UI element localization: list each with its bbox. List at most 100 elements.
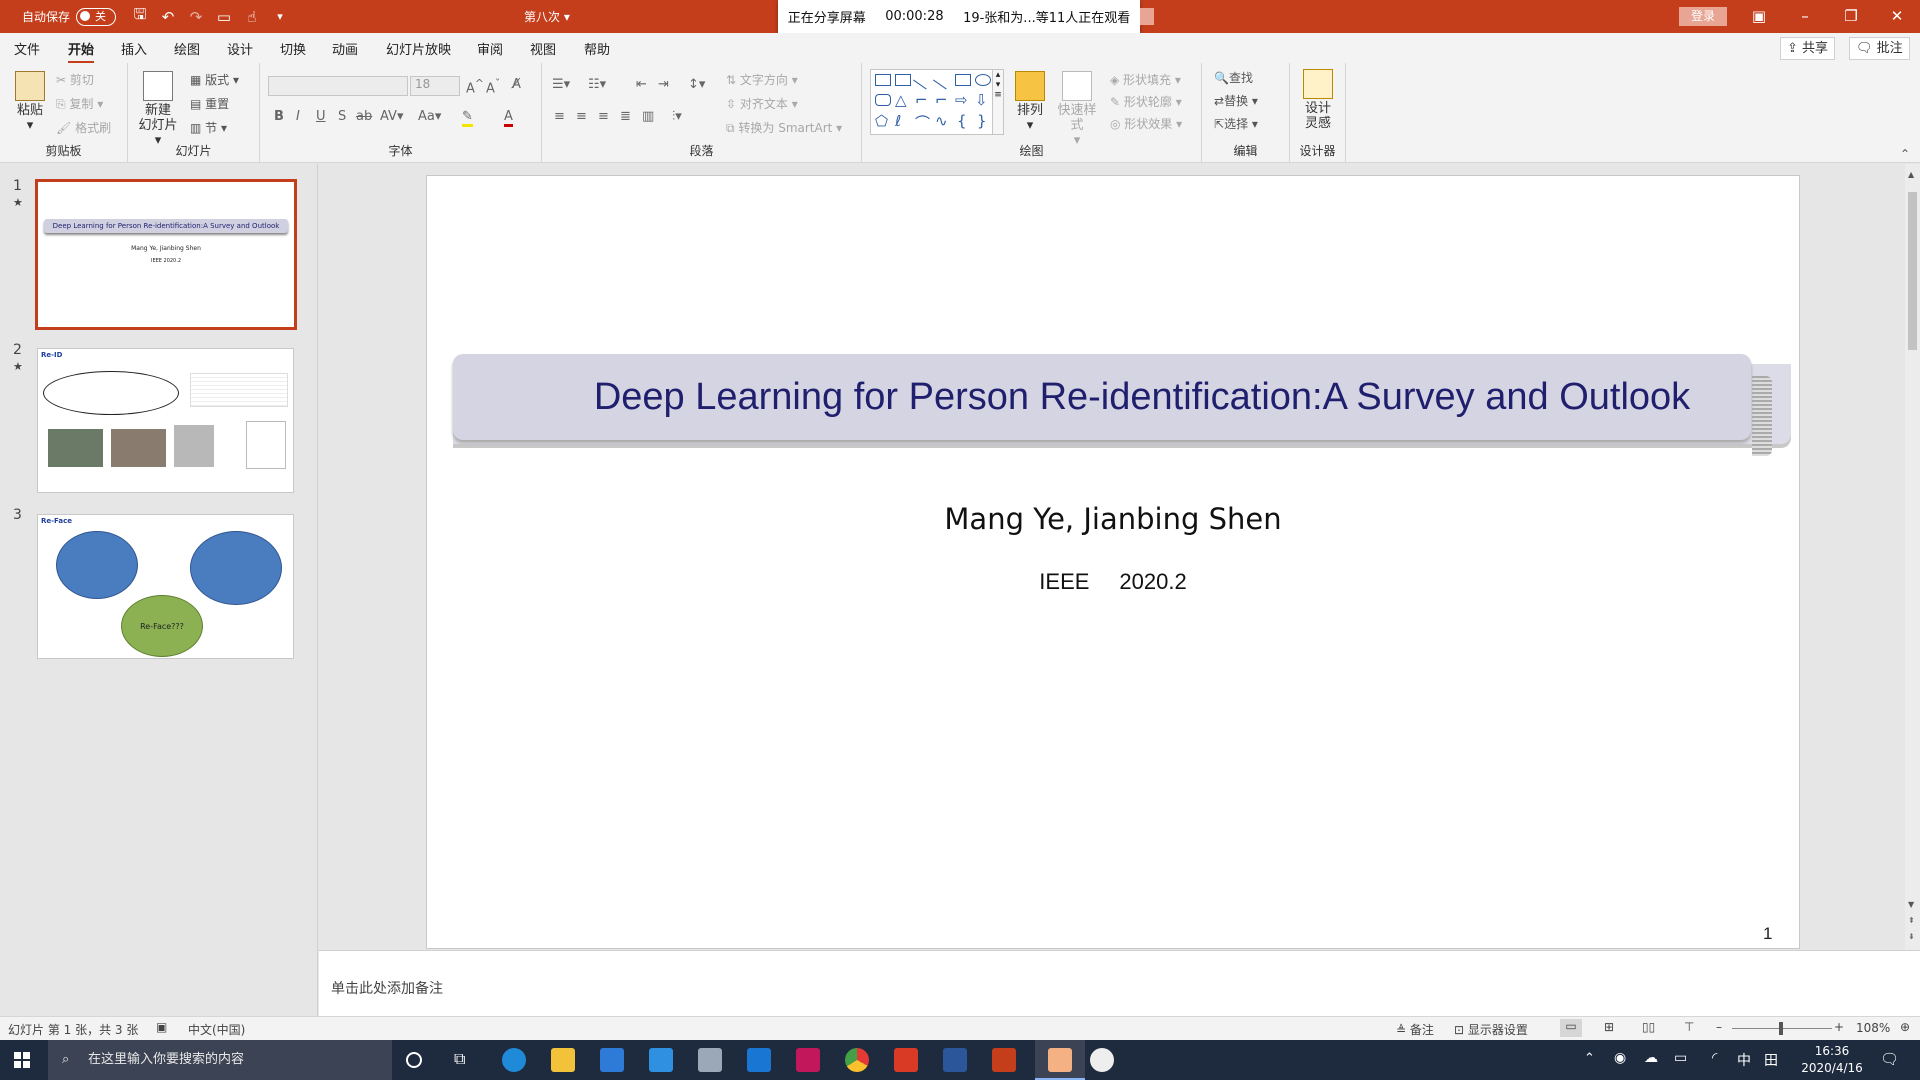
char-spacing-icon[interactable]: AV▾ <box>380 109 403 124</box>
tab-design[interactable]: 设计 <box>227 39 253 58</box>
remote-desktop-icon[interactable] <box>698 1048 722 1072</box>
save-icon[interactable]: 🖫 <box>126 4 154 29</box>
rectangle-shape-icon[interactable] <box>955 74 971 86</box>
autosave-switch[interactable]: 关 <box>76 7 117 26</box>
design-ideas-button[interactable]: 设计 灵感 <box>1298 69 1338 131</box>
paper-plane-app-icon[interactable] <box>796 1048 820 1072</box>
connector-shape-icon[interactable]: ⌐ <box>915 91 928 109</box>
close-button[interactable]: ✕ <box>1874 0 1920 33</box>
oval-shape-icon[interactable] <box>975 74 991 86</box>
select-button[interactable]: ⇱选择 ▾ <box>1214 115 1258 132</box>
display-settings-button[interactable]: ⊡ 显示器设置 <box>1454 1021 1528 1038</box>
comments-button[interactable]: 🗨 批注 <box>1849 37 1910 60</box>
wifi-icon[interactable]: ◜ <box>1712 1050 1717 1066</box>
line-shape-icon[interactable] <box>913 70 933 90</box>
vertical-textbox-shape-icon[interactable] <box>895 74 911 86</box>
text-direction-button[interactable]: ⇅ 文字方向 ▾ <box>726 71 798 88</box>
ime-language-indicator[interactable]: 中 <box>1737 1050 1751 1070</box>
tab-transitions[interactable]: 切换 <box>280 39 306 58</box>
tencent-meeting-icon[interactable] <box>1090 1048 1114 1072</box>
rounded-rect-shape-icon[interactable] <box>875 94 891 106</box>
increase-indent-icon[interactable]: ⇥ <box>658 77 669 92</box>
show-hidden-icons-icon[interactable]: ⌃ <box>1584 1051 1595 1066</box>
share-button[interactable]: ⇪ 共享 <box>1780 37 1836 60</box>
left-brace-shape-icon[interactable]: { <box>957 112 967 130</box>
share-banner-handle[interactable] <box>1140 8 1154 25</box>
grow-font-icon[interactable]: A^ <box>466 77 484 96</box>
notes-toggle[interactable]: ≜ 备注 <box>1396 1021 1434 1038</box>
clear-format-icon[interactable]: A̸ <box>512 77 521 92</box>
replace-button[interactable]: ⇄替换 ▾ <box>1214 92 1258 109</box>
document-title[interactable]: 第八次 ▾ <box>524 8 570 25</box>
numbering-icon[interactable]: ☷▾ <box>588 77 606 92</box>
shape-fill-button[interactable]: ◈ 形状填充 ▾ <box>1110 71 1181 88</box>
scroll-thumb[interactable] <box>1908 192 1917 350</box>
tab-insert[interactable]: 插入 <box>121 39 147 58</box>
paste-button[interactable]: 粘贴 ▾ <box>12 71 48 133</box>
font-name-combo[interactable] <box>268 76 408 96</box>
bold-icon[interactable]: B <box>274 109 284 124</box>
customize-qat-icon[interactable]: ▾ <box>266 10 294 23</box>
present-icon[interactable]: ▭ <box>210 8 238 26</box>
italic-icon[interactable]: I <box>296 109 300 124</box>
thumbnail-slide-1[interactable]: Deep Learning for Person Re-identificati… <box>35 179 297 330</box>
tab-home[interactable]: 开始 <box>68 39 95 64</box>
collapse-ribbon-icon[interactable]: ⌃ <box>1900 147 1910 161</box>
tab-draw[interactable]: 绘图 <box>174 39 200 58</box>
windows-start-icon[interactable] <box>14 1052 30 1068</box>
new-slide-button[interactable]: 新建 幻灯片▾ <box>136 71 180 148</box>
triangle-shape-icon[interactable]: △ <box>895 91 907 109</box>
tab-slideshow[interactable]: 幻灯片放映 <box>386 39 451 58</box>
shadow-icon[interactable]: S <box>338 109 346 124</box>
font-color-icon[interactable]: A <box>504 109 513 127</box>
scroll-up-icon[interactable]: ▲ <box>1908 170 1914 179</box>
freeform-shape-icon[interactable]: ⬠ <box>875 112 888 130</box>
powerpoint-icon[interactable] <box>992 1048 1016 1072</box>
qq-icon[interactable] <box>747 1048 771 1072</box>
down-arrow-shape-icon[interactable]: ⇩ <box>975 91 988 109</box>
tab-view[interactable]: 视图 <box>530 39 556 58</box>
slide-venue-line[interactable]: IEEE 2020.2 <box>427 569 1799 595</box>
file-explorer-icon[interactable] <box>551 1048 575 1072</box>
previous-slide-icon[interactable]: ⇞ <box>1908 916 1915 925</box>
distribute-icon[interactable]: ⫶▾ <box>672 109 682 124</box>
qq-tray-icon[interactable]: ◉ <box>1614 1050 1626 1066</box>
find-button[interactable]: 🔍查找 <box>1214 69 1253 86</box>
quick-styles-button[interactable]: 快速样式 ▾ <box>1052 71 1102 148</box>
shapes-more-button[interactable]: ▴ ▾ ≡ <box>992 69 1004 135</box>
ime-mode-indicator[interactable]: 田 <box>1764 1050 1778 1070</box>
strikethrough-icon[interactable]: ab <box>356 109 372 124</box>
vertical-scrollbar[interactable]: ▲ ▼ ⇞ ⇟ <box>1905 164 1920 950</box>
smartart-button[interactable]: ⧉ 转换为 SmartArt ▾ <box>726 119 842 136</box>
minimize-button[interactable]: – <box>1782 0 1828 33</box>
layout-button[interactable]: ▦ 版式 ▾ <box>190 71 239 88</box>
login-button[interactable]: 登录 <box>1679 7 1727 26</box>
language-indicator[interactable]: 中文(中国) <box>188 1021 245 1038</box>
spellcheck-icon[interactable]: ▣ <box>156 1020 167 1034</box>
arrow-line-shape-icon[interactable] <box>933 70 953 90</box>
thumbnail-slide-2[interactable]: Re-ID <box>37 348 294 493</box>
autosave-toggle[interactable]: 自动保存 关 <box>22 0 117 33</box>
curve-shape-icon[interactable]: ∿ <box>935 112 948 130</box>
tab-file[interactable]: 文件 <box>14 39 40 58</box>
shape-effects-button[interactable]: ◎ 形状效果 ▾ <box>1110 115 1182 132</box>
taskbar-clock[interactable]: 16:36 2020/4/16 <box>1796 1043 1868 1077</box>
section-button[interactable]: ▥ 节 ▾ <box>190 119 227 136</box>
highlight-icon[interactable]: ✎ <box>462 109 473 127</box>
tab-animations[interactable]: 动画 <box>332 39 358 58</box>
ribbon-display-icon[interactable]: ▣ <box>1736 0 1782 33</box>
edge-browser-icon[interactable] <box>502 1048 526 1072</box>
format-painter-button[interactable]: 🖌 格式刷 <box>56 119 111 136</box>
notes-pane[interactable]: 单击此处添加备注 <box>319 950 1920 1016</box>
mail-icon[interactable] <box>649 1048 673 1072</box>
taskbar-search-box[interactable]: ⌕ 在这里输入你要搜索的内容 <box>48 1040 392 1080</box>
tab-help[interactable]: 帮助 <box>584 39 610 58</box>
task-view-icon[interactable]: ⧉ <box>454 1049 465 1069</box>
line-spacing-icon[interactable]: ↕▾ <box>688 77 705 92</box>
right-arrow-shape-icon[interactable]: ⇨ <box>955 91 968 109</box>
slide-sorter-icon[interactable]: ⊞ <box>1604 1020 1614 1034</box>
zoom-level[interactable]: 108% <box>1856 1021 1890 1035</box>
undo-icon[interactable]: ↶ <box>154 8 182 26</box>
zoom-slider-thumb[interactable] <box>1779 1022 1783 1035</box>
font-size-combo[interactable]: 18 <box>410 76 460 96</box>
